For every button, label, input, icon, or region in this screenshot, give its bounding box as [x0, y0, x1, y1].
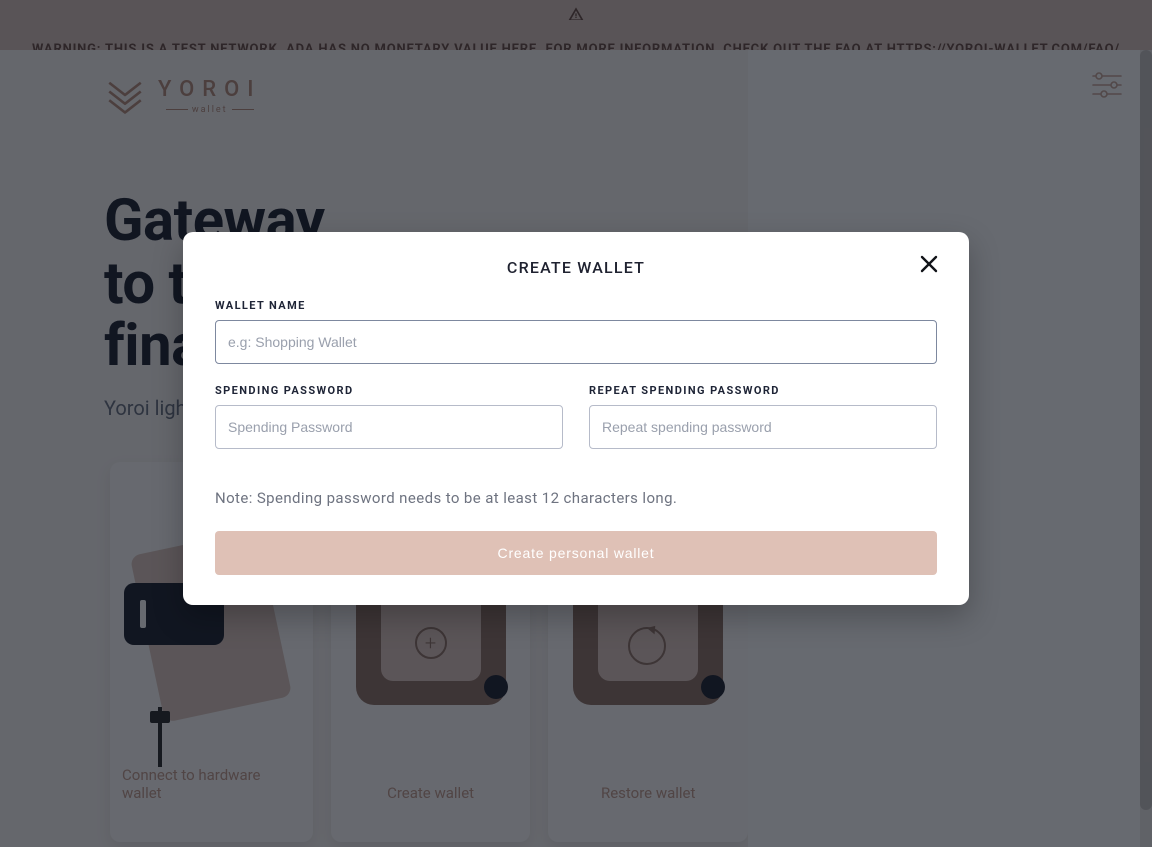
repeat-password-label: REPEAT SPENDING PASSWORD: [589, 384, 937, 397]
modal-overlay: CREATE WALLET WALLET NAME SPENDING PASSW…: [0, 0, 1152, 847]
modal-title: CREATE WALLET: [215, 258, 937, 277]
repeat-password-input[interactable]: [589, 405, 937, 449]
wallet-name-input[interactable]: [215, 320, 937, 364]
password-requirement-note: Note: Spending password needs to be at l…: [215, 489, 937, 507]
spending-password-input[interactable]: [215, 405, 563, 449]
create-wallet-modal: CREATE WALLET WALLET NAME SPENDING PASSW…: [183, 232, 969, 605]
spending-password-label: SPENDING PASSWORD: [215, 384, 563, 397]
close-icon[interactable]: [917, 252, 945, 280]
wallet-name-label: WALLET NAME: [215, 299, 937, 312]
create-personal-wallet-button[interactable]: Create personal wallet: [215, 531, 937, 575]
